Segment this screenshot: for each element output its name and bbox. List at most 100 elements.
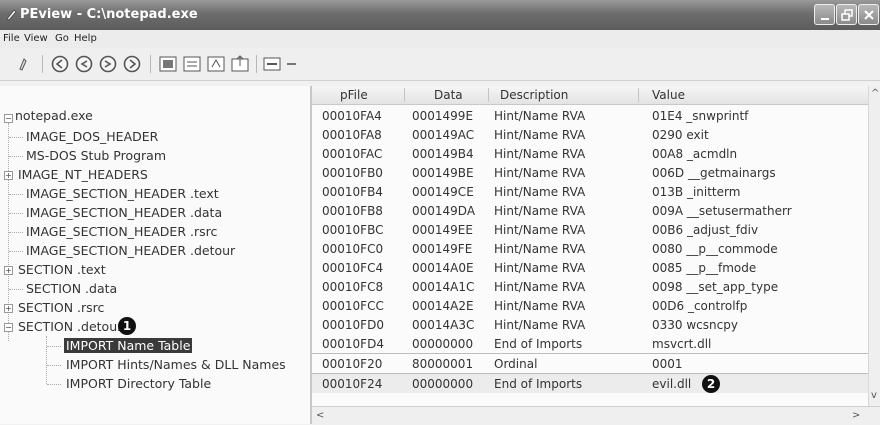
table-row[interactable]: 00010F24 00000000 End of Imports evil.dl… — [312, 373, 868, 393]
tree-item-import-directory-table[interactable]: IMPORT Directory Table — [66, 376, 211, 391]
table-row[interactable]: 00010FD4 00000000 End of Imports msvcrt.… — [312, 334, 868, 353]
tree-collapse-toggle[interactable]: − — [4, 114, 13, 123]
tree-item-section-header-detour[interactable]: IMAGE_SECTION_HEADER .detour — [26, 243, 235, 258]
last-button[interactable] — [122, 54, 142, 74]
view-text-icon — [207, 56, 225, 72]
tree-item-section-text[interactable]: SECTION .text — [18, 262, 106, 277]
cell-description: Hint/Name RVA — [494, 280, 586, 294]
horizontal-scrollbar[interactable]: < > — [312, 406, 880, 425]
cell-data: 000149AC — [412, 128, 475, 142]
column-header-data[interactable]: Data — [434, 88, 463, 102]
cell-pfile: 00010FC4 — [322, 261, 384, 275]
tree-item-dos-stub[interactable]: MS-DOS Stub Program — [26, 148, 166, 163]
table-row[interactable]: 00010FC0 000149FE Hint/Name RVA 0080 __p… — [312, 239, 868, 258]
title-bar: PEview - C:\notepad.exe — [0, 0, 880, 30]
view-dash-button[interactable] — [284, 54, 304, 74]
tree-item-section-rsrc[interactable]: SECTION .rsrc — [18, 300, 104, 315]
tree-item-section-data[interactable]: SECTION .data — [26, 281, 117, 296]
tree-item-section-header-data[interactable]: IMAGE_SECTION_HEADER .data — [26, 205, 222, 220]
column-divider[interactable] — [638, 88, 639, 102]
cell-data: 0001499E — [412, 109, 474, 123]
menu-view[interactable]: View — [24, 33, 48, 44]
tree-item-section-detour[interactable]: SECTION .detour — [18, 319, 122, 334]
open-icon — [19, 58, 27, 71]
tree-connector — [9, 156, 23, 157]
cell-value: 0080 __p__commode — [652, 242, 778, 256]
menu-file[interactable]: File — [3, 33, 20, 44]
tree-root[interactable]: notepad.exe — [15, 108, 93, 123]
restore-icon — [841, 9, 853, 21]
tree-item-import-hints-names[interactable]: IMPORT Hints/Names & DLL Names — [66, 357, 286, 372]
cell-description: Ordinal — [494, 357, 538, 371]
tree-expand-toggle[interactable]: + — [4, 304, 13, 313]
table-row[interactable]: 00010FB4 000149CE Hint/Name RVA 013B _in… — [312, 182, 868, 201]
cell-pfile: 00010FBC — [322, 223, 384, 237]
column-header-pfile[interactable]: pFile — [340, 88, 368, 102]
cell-pfile: 00010FD4 — [322, 337, 384, 351]
close-button[interactable] — [858, 4, 879, 25]
tree-collapse-toggle[interactable]: − — [4, 323, 13, 332]
back-circle-icon-2 — [75, 55, 93, 73]
cell-value: 0085 __p__fmode — [652, 261, 757, 275]
cell-data: 00014A0E — [412, 261, 474, 275]
scroll-down-arrow-icon[interactable]: v — [871, 390, 877, 401]
tree-item-section-header-rsrc[interactable]: IMAGE_SECTION_HEADER .rsrc — [26, 224, 217, 239]
column-divider[interactable] — [404, 88, 405, 102]
cell-pfile: 00010FA4 — [322, 109, 382, 123]
tree-expand-toggle[interactable]: + — [4, 171, 13, 180]
menu-go[interactable]: Go — [55, 33, 69, 44]
forward-circle-icon-2 — [123, 55, 141, 73]
view-record-button[interactable] — [182, 54, 202, 74]
column-header-description[interactable]: Description — [500, 88, 568, 102]
minimize-button[interactable] — [814, 4, 835, 25]
table-row[interactable]: 00010FC4 00014A0E Hint/Name RVA 0085 __p… — [312, 258, 868, 277]
table-row[interactable]: 00010FB8 000149DA Hint/Name RVA 009A __s… — [312, 201, 868, 220]
vertical-scrollbar[interactable]: ^ v — [868, 86, 880, 406]
maximize-button[interactable] — [836, 4, 857, 25]
view-hex-button[interactable] — [158, 54, 178, 74]
minimize-icon — [821, 18, 829, 20]
tree-item-nt-headers[interactable]: IMAGE_NT_HEADERS — [18, 167, 148, 182]
cell-value: 013B _initterm — [652, 185, 741, 199]
view-text-button[interactable] — [206, 54, 226, 74]
open-button[interactable] — [16, 54, 36, 74]
tree-connector — [9, 232, 23, 233]
cell-data: 00014A3C — [412, 318, 475, 332]
cell-value: 00B6 _adjust_fdiv — [652, 223, 759, 237]
scroll-up-arrow-icon[interactable]: ^ — [871, 88, 879, 99]
cell-data: 000149FE — [412, 242, 473, 256]
tree-expand-toggle[interactable]: + — [4, 266, 13, 275]
table-row[interactable]: 00010FAC 000149B4 Hint/Name RVA 00A8 _ac… — [312, 144, 868, 163]
view-export-button[interactable] — [230, 54, 250, 74]
first-button[interactable] — [50, 54, 70, 74]
table-row[interactable]: 00010FA4 0001499E Hint/Name RVA 01E4 _sn… — [312, 106, 868, 125]
table-row[interactable]: 00010FC8 00014A1C Hint/Name RVA 0098 __s… — [312, 277, 868, 296]
column-header-value[interactable]: Value — [652, 88, 685, 102]
table-row[interactable]: 00010FB0 000149BE Hint/Name RVA 006D __g… — [312, 163, 868, 182]
cell-description: Hint/Name RVA — [494, 109, 586, 123]
table-row[interactable]: 00010FCC 00014A2E Hint/Name RVA 00D6 _co… — [312, 296, 868, 315]
tree-connector — [9, 251, 23, 252]
scroll-left-arrow-icon[interactable]: < — [316, 410, 324, 421]
table-row[interactable]: 00010F20 80000001 Ordinal 0001 — [312, 353, 868, 373]
table-row[interactable]: 00010FBC 000149EE Hint/Name RVA 00B6 _ad… — [312, 220, 868, 239]
column-divider[interactable] — [488, 88, 489, 102]
table-row[interactable]: 00010FD0 00014A3C Hint/Name RVA 0330 wcs… — [312, 315, 868, 334]
table-row[interactable]: 00010FA8 000149AC Hint/Name RVA 0290 exi… — [312, 125, 868, 144]
tree-item-section-header-text[interactable]: IMAGE_SECTION_HEADER .text — [26, 186, 219, 201]
table-body: 00010FA4 0001499E Hint/Name RVA 01E4 _sn… — [312, 106, 868, 393]
cell-pfile: 00010F24 — [322, 377, 383, 391]
cell-data: 80000001 — [412, 357, 474, 371]
view-bytes-icon — [263, 57, 281, 71]
scroll-right-arrow-icon[interactable]: > — [852, 410, 860, 421]
tree-item-dos-header[interactable]: IMAGE_DOS_HEADER — [26, 129, 158, 144]
cell-data: 000149BE — [412, 166, 474, 180]
cell-description: Hint/Name RVA — [494, 261, 586, 275]
tree-item-import-name-table[interactable]: IMPORT Name Table — [64, 338, 193, 353]
next-button[interactable] — [98, 54, 118, 74]
cell-value: 006D __getmainargs — [652, 166, 776, 180]
toolbar-separator — [42, 55, 43, 73]
menu-help[interactable]: Help — [74, 33, 97, 44]
previous-button[interactable] — [74, 54, 94, 74]
view-bytes-button[interactable] — [262, 54, 282, 74]
